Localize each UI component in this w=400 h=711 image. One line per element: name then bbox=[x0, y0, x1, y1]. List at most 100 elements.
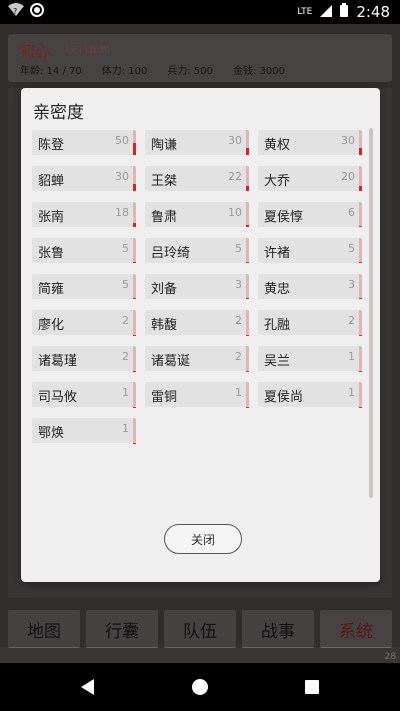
intimacy-bar bbox=[133, 142, 136, 155]
intimacy-value: 6 bbox=[348, 206, 355, 219]
intimacy-bar bbox=[359, 225, 362, 227]
status-bar: ? LTE 2:48 bbox=[0, 0, 400, 24]
recent-apps-icon[interactable] bbox=[305, 680, 319, 694]
intimacy-bar bbox=[246, 224, 249, 227]
character-name: 黄权 bbox=[264, 138, 291, 153]
intimacy-value: 2 bbox=[122, 350, 129, 363]
character-name: 张鲁 bbox=[38, 246, 65, 261]
character-name: 大乔 bbox=[264, 174, 291, 189]
character-name: 黄忠 bbox=[264, 282, 291, 297]
character-name: 吕玲绮 bbox=[151, 246, 191, 261]
intimacy-value: 5 bbox=[235, 242, 242, 255]
intimacy-bar bbox=[359, 186, 362, 191]
intimacy-value: 3 bbox=[348, 278, 355, 291]
intimacy-value: 1 bbox=[122, 386, 129, 399]
character-name: 夏侯惇 bbox=[264, 210, 304, 225]
intimacy-bar bbox=[246, 334, 249, 335]
wifi-icon: ? bbox=[8, 3, 24, 21]
intimacy-value: 2 bbox=[348, 314, 355, 327]
intimacy-value: 5 bbox=[122, 242, 129, 255]
intimacy-bar bbox=[359, 261, 362, 263]
character-name: 孔融 bbox=[264, 318, 291, 333]
intimacy-bar bbox=[133, 261, 136, 263]
intimacy-value: 50 bbox=[115, 134, 129, 147]
intimacy-value: 10 bbox=[228, 206, 242, 219]
close-button[interactable]: 关闭 bbox=[164, 524, 242, 554]
intimacy-item[interactable]: 刘备 3 bbox=[145, 274, 249, 299]
intimacy-grid: 陈登 50 陶谦 30 黄权 30 貂蝉 30 王桀 22 大乔 20 张南 18 鲁肃 10 夏侯惇 6 张鲁 5 吕… bbox=[32, 130, 362, 443]
intimacy-bar bbox=[246, 185, 249, 191]
navigation-bar bbox=[0, 663, 400, 711]
character-name: 雷铜 bbox=[151, 390, 178, 405]
intimacy-value: 1 bbox=[122, 422, 129, 435]
intimacy-dialog: 亲密度 陈登 50 陶谦 30 黄权 30 貂蝉 30 王桀 22 大乔 20 张南 18 鲁肃 10 夏侯惇 6… bbox=[21, 88, 380, 582]
page-number: 28 bbox=[384, 652, 396, 662]
intimacy-item[interactable]: 廖化 2 bbox=[32, 310, 136, 335]
intimacy-value: 1 bbox=[348, 386, 355, 399]
intimacy-bar bbox=[133, 222, 136, 227]
character-name: 貂蝉 bbox=[38, 174, 65, 189]
battery-icon bbox=[340, 3, 349, 21]
character-name: 韩馥 bbox=[151, 318, 178, 333]
intimacy-item[interactable]: 王桀 22 bbox=[145, 166, 249, 191]
intimacy-bar bbox=[133, 297, 136, 299]
intimacy-bar bbox=[246, 261, 249, 263]
intimacy-value: 3 bbox=[235, 278, 242, 291]
character-name: 吴兰 bbox=[264, 354, 291, 369]
intimacy-value: 2 bbox=[235, 350, 242, 363]
network-label: LTE bbox=[297, 6, 313, 17]
character-name: 夏侯尚 bbox=[264, 390, 304, 405]
character-name: 张南 bbox=[38, 210, 65, 225]
intimacy-item[interactable]: 司马攸 1 bbox=[32, 382, 136, 407]
intimacy-bar bbox=[246, 147, 249, 155]
character-name: 诸葛诞 bbox=[151, 354, 191, 369]
intimacy-bar bbox=[133, 334, 136, 335]
character-name: 廖化 bbox=[38, 318, 65, 333]
intimacy-value: 2 bbox=[122, 314, 129, 327]
character-name: 诸葛瑾 bbox=[38, 354, 78, 369]
scrollbar[interactable] bbox=[369, 128, 373, 498]
intimacy-item[interactable]: 陈登 50 bbox=[32, 130, 136, 155]
intimacy-item[interactable]: 张鲁 5 bbox=[32, 238, 136, 263]
back-icon[interactable] bbox=[81, 679, 94, 695]
intimacy-item[interactable]: 吴兰 1 bbox=[258, 346, 362, 371]
clock: 2:48 bbox=[356, 3, 390, 21]
character-name: 鄂焕 bbox=[38, 426, 65, 441]
intimacy-item[interactable]: 大乔 20 bbox=[258, 166, 362, 191]
signal-icon bbox=[320, 3, 333, 21]
character-name: 王桀 bbox=[151, 174, 178, 189]
intimacy-item[interactable]: 孔融 2 bbox=[258, 310, 362, 335]
intimacy-item[interactable]: 陶谦 30 bbox=[145, 130, 249, 155]
notification-icon bbox=[30, 3, 44, 21]
intimacy-value: 18 bbox=[115, 206, 129, 219]
intimacy-bar bbox=[359, 298, 362, 299]
intimacy-item[interactable]: 韩馥 2 bbox=[145, 310, 249, 335]
intimacy-value: 5 bbox=[348, 242, 355, 255]
home-icon[interactable] bbox=[192, 679, 208, 695]
intimacy-item[interactable]: 夏侯尚 1 bbox=[258, 382, 362, 407]
intimacy-value: 30 bbox=[115, 170, 129, 183]
intimacy-value: 30 bbox=[341, 134, 355, 147]
intimacy-value: 22 bbox=[228, 170, 242, 183]
intimacy-item[interactable]: 鄂焕 1 bbox=[32, 418, 136, 443]
intimacy-bar bbox=[133, 183, 136, 191]
intimacy-item[interactable]: 诸葛诞 2 bbox=[145, 346, 249, 371]
intimacy-item[interactable]: 黄权 30 bbox=[258, 130, 362, 155]
intimacy-item[interactable]: 简雍 5 bbox=[32, 274, 136, 299]
intimacy-item[interactable]: 张南 18 bbox=[32, 202, 136, 227]
intimacy-item[interactable]: 夏侯惇 6 bbox=[258, 202, 362, 227]
intimacy-item[interactable]: 诸葛瑾 2 bbox=[32, 346, 136, 371]
intimacy-item[interactable]: 貂蝉 30 bbox=[32, 166, 136, 191]
intimacy-value: 20 bbox=[341, 170, 355, 183]
intimacy-item[interactable]: 黄忠 3 bbox=[258, 274, 362, 299]
intimacy-bar bbox=[359, 334, 362, 335]
character-name: 陶谦 bbox=[151, 138, 178, 153]
intimacy-item[interactable]: 许褚 5 bbox=[258, 238, 362, 263]
intimacy-bar bbox=[133, 370, 136, 371]
intimacy-item[interactable]: 雷铜 1 bbox=[145, 382, 249, 407]
intimacy-item[interactable]: 鲁肃 10 bbox=[145, 202, 249, 227]
intimacy-value: 5 bbox=[122, 278, 129, 291]
character-name: 刘备 bbox=[151, 282, 178, 297]
svg-text:?: ? bbox=[13, 7, 17, 16]
intimacy-item[interactable]: 吕玲绮 5 bbox=[145, 238, 249, 263]
